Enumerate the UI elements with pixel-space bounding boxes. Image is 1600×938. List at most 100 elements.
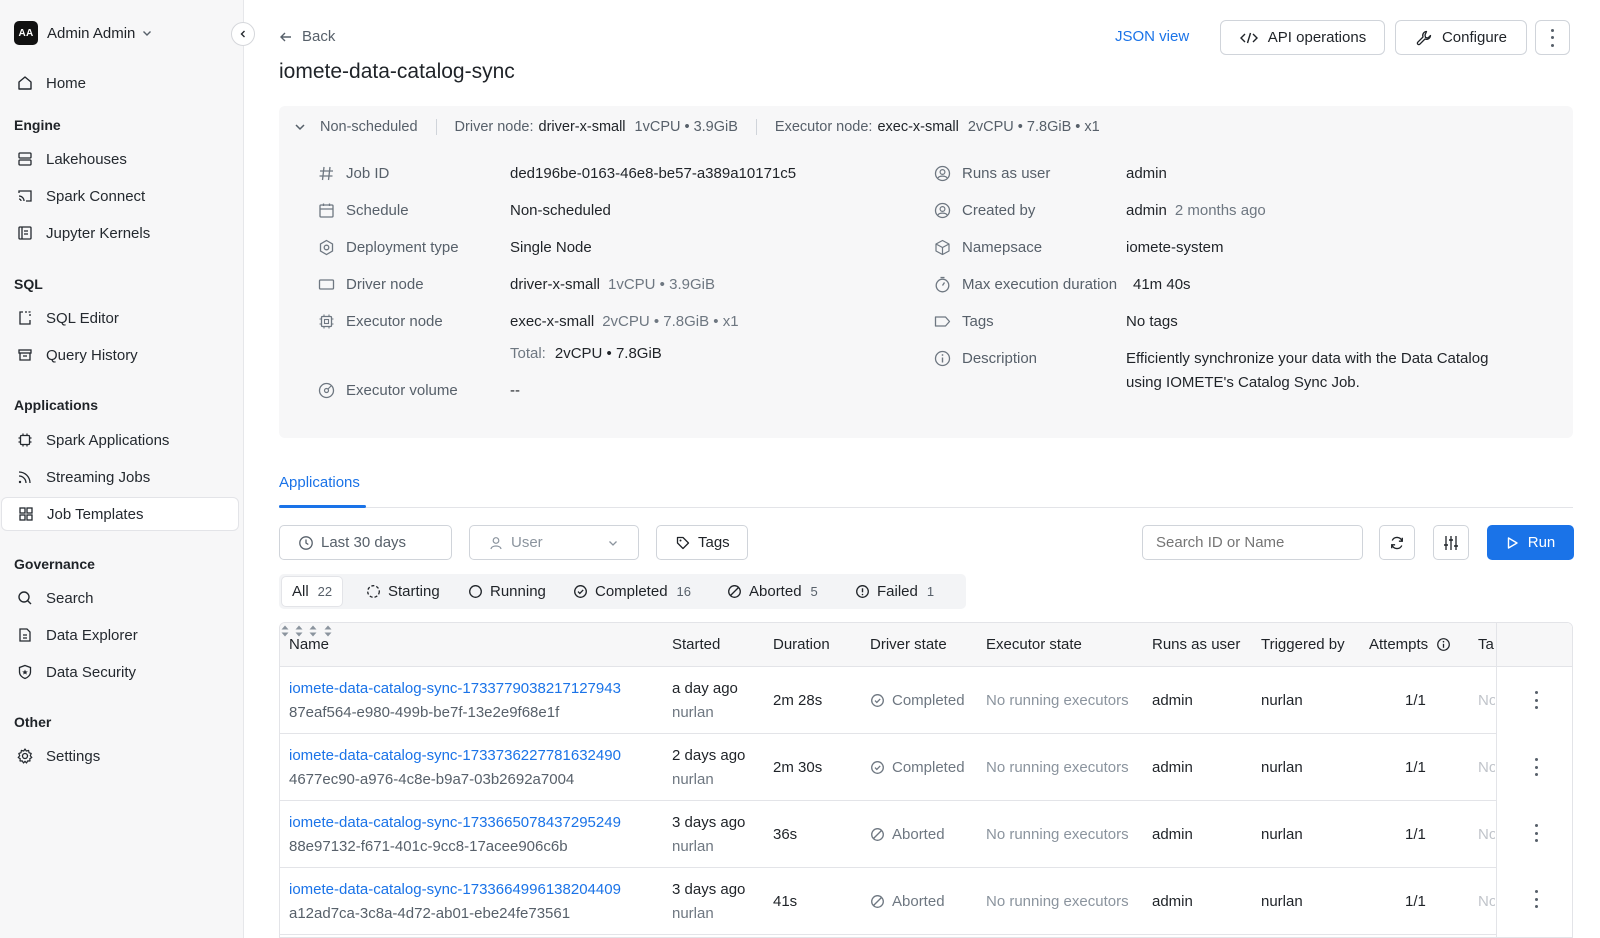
play-icon [1507,536,1518,549]
started-time: a day ago [672,680,738,697]
column-label: Triggered by [1261,636,1345,653]
detail-label: Runs as user [962,165,1051,182]
check-circle-icon [871,694,884,707]
sidebar-item-search[interactable]: Search [14,581,239,615]
user-filter-placeholder: User [511,534,543,551]
search-input[interactable] [1142,525,1363,560]
started-time: 3 days ago [672,814,746,831]
status-filter-aborted[interactable]: Aborted 5 [727,577,818,606]
column-duration[interactable]: Duration [773,636,830,653]
sidebar-item-sql-editor[interactable]: SQL Editor [14,301,239,335]
configure-button[interactable]: Configure [1395,20,1527,55]
status-filter-label: Completed [595,583,668,600]
row-actions-kebab-icon[interactable] [1530,890,1542,908]
date-range-filter[interactable]: Last 30 days [279,525,452,560]
application-name-link[interactable]: iomete-data-catalog-sync-173366507843729… [289,814,621,831]
user-filter[interactable]: User [469,525,639,560]
created-by-value: admin [1126,202,1167,219]
cast-icon [18,190,32,202]
application-name-link[interactable]: iomete-data-catalog-sync-173366499613820… [289,881,621,898]
status-filter-running[interactable]: Running [468,577,546,606]
table-row[interactable]: iomete-data-catalog-sync-173366507843729… [280,801,1572,868]
user-circle-icon [934,202,951,219]
detail-label: Max execution duration [962,276,1118,293]
check-circle-icon [574,585,587,598]
tab-applications[interactable]: Applications [279,474,360,491]
detail-value: Efficiently synchronize your data with t… [1126,347,1488,395]
section-other: Other [14,714,52,730]
sidebar-item-spark-connect[interactable]: Spark Connect [14,179,239,213]
sidebar-item-jupyter-kernels[interactable]: Jupyter Kernels [14,216,239,250]
detail-tags: Tags No tags [933,312,1178,331]
hexagon-icon [319,239,334,256]
attempts: 1/1 [1405,893,1426,910]
run-label: Run [1527,534,1556,551]
attempts: 1/1 [1405,759,1426,776]
column-label: Driver state [870,636,947,653]
collapse-sidebar-button[interactable] [231,22,255,46]
detail-created-by: Created by admin 2 months ago [933,201,1266,220]
table-row[interactable]: iomete-data-catalog-sync-173377903821712… [280,667,1572,734]
summary-header[interactable]: Non-scheduled Driver node: driver-x-smal… [293,119,1100,135]
more-options-button[interactable] [1535,20,1570,55]
sidebar-item-job-templates[interactable]: Job Templates [1,497,239,531]
api-operations-button[interactable]: API operations [1220,20,1385,55]
status-filter-count: 22 [317,584,333,599]
sidebar-item-streaming-jobs[interactable]: Streaming Jobs [14,460,239,494]
column-name[interactable]: Name [289,636,329,653]
table-row[interactable]: iomete-data-catalog-sync-173366499613820… [280,868,1572,935]
sidebar-item-settings[interactable]: Settings [14,739,239,773]
detail-description: Description Efficiently synchronize your… [933,349,1488,391]
detail-namespace: Namepsace iomete-system [933,238,1224,257]
detail-label: Driver node [346,276,424,293]
wrench-icon [1416,30,1432,45]
info-icon[interactable] [1436,637,1451,652]
tags-filter[interactable]: Tags [656,525,748,560]
section-sql: SQL [14,276,43,292]
description-line-2: using IOMETE's Catalog Sync Job. [1126,374,1360,391]
code-icon [1239,32,1258,43]
status-filter-failed[interactable]: Failed 1 [855,577,934,606]
home-icon [18,76,32,90]
summary-executor-spec: 2vCPU • 7.8GiB • x1 [967,119,1100,135]
detail-label: Tags [962,313,994,330]
detail-job-id: Job ID ded196be-0163-46e8-be57-a389a1017… [317,164,796,183]
status-filter-starting[interactable]: Starting [366,577,440,606]
sidebar-item-label: Data Explorer [46,626,138,644]
row-actions-kebab-icon[interactable] [1530,691,1542,709]
user-menu[interactable]: AA Admin Admin [14,20,153,46]
started-by: nurlan [672,771,714,788]
loader-icon [367,585,380,598]
application-name-link[interactable]: iomete-data-catalog-sync-173377903821712… [289,680,621,697]
row-actions-kebab-icon[interactable] [1530,758,1542,776]
refresh-button[interactable] [1379,525,1415,560]
sidebar-item-data-explorer[interactable]: Data Explorer [14,618,239,652]
sidebar-item-spark-applications[interactable]: Spark Applications [14,423,239,457]
sidebar-item-query-history[interactable]: Query History [14,338,239,372]
row-actions-kebab-icon[interactable] [1530,824,1542,842]
sidebar-item-lakehouses[interactable]: Lakehouses [14,142,239,176]
grid-icon [19,507,33,521]
table-row[interactable]: iomete-data-catalog-sync-173373622778163… [280,734,1572,801]
column-started[interactable]: Started [672,636,720,653]
run-button[interactable]: Run [1487,525,1574,560]
attempts: 1/1 [1405,692,1426,709]
archive-icon [18,349,32,361]
json-view-link[interactable]: JSON view [1115,28,1189,45]
application-name-link[interactable]: iomete-data-catalog-sync-173373622778163… [289,747,621,764]
column-settings-button[interactable] [1433,525,1469,560]
runs-as-user: admin [1152,826,1193,843]
column-label: Runs as user [1152,636,1241,653]
detail-value: -- [510,382,520,399]
back-link[interactable]: Back [278,28,335,45]
column-driver-state[interactable]: Driver state [870,636,947,653]
started-by: nurlan [672,905,714,922]
sidebar-item-home[interactable]: Home [14,66,239,100]
status-filter-all[interactable]: All 22 [282,577,343,606]
sidebar-item-label: Job Templates [47,505,144,523]
created-when: 2 months ago [1174,202,1266,219]
duration: 2m 28s [773,692,823,709]
summary-schedule: Non-scheduled [320,119,418,135]
status-filter-completed[interactable]: Completed 16 [573,577,691,606]
sidebar-item-data-security[interactable]: Data Security [14,655,239,689]
